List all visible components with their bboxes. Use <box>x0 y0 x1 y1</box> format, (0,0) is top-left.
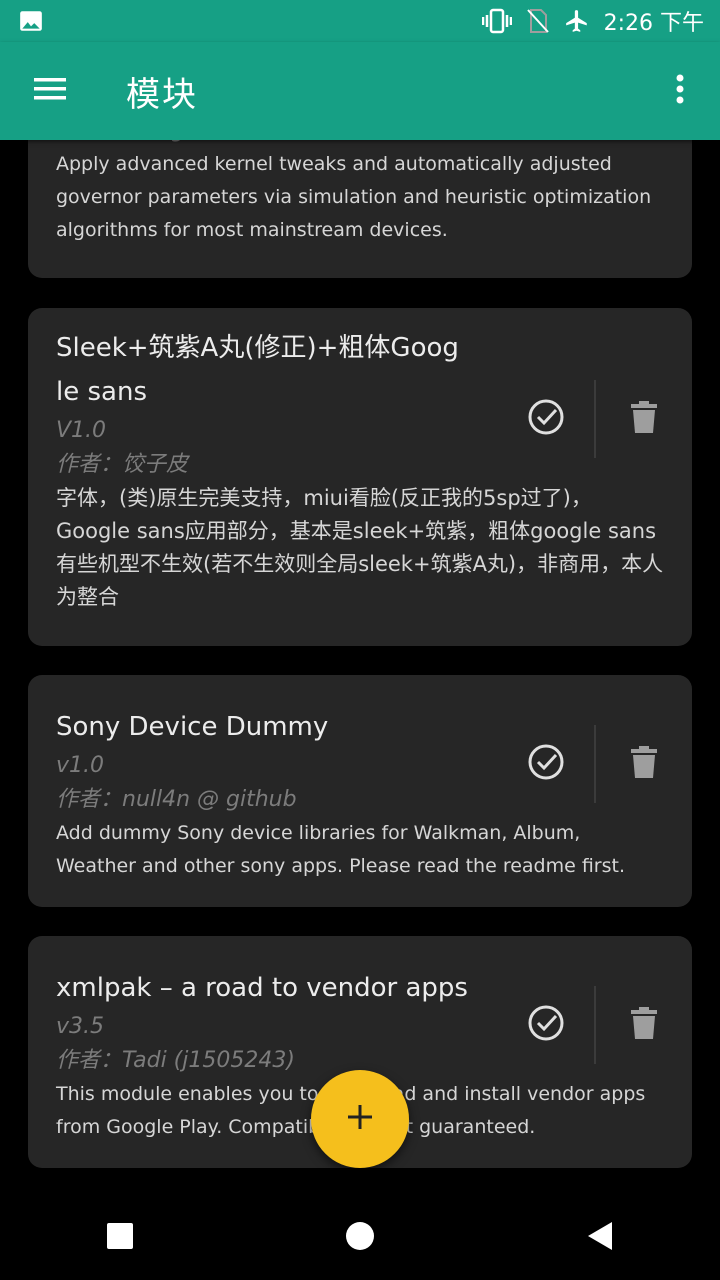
module-actions <box>498 380 692 458</box>
module-actions <box>498 725 692 803</box>
trash-icon <box>631 746 657 782</box>
home-button[interactable] <box>300 1196 420 1280</box>
more-options-button[interactable] <box>640 42 720 140</box>
enable-toggle-button[interactable] <box>498 387 594 451</box>
page-title: 模块 <box>126 74 198 115</box>
vibrate-icon <box>481 8 512 34</box>
airplane-icon <box>564 8 590 34</box>
delete-button[interactable] <box>596 993 692 1057</box>
no-sim-icon <box>526 8 550 34</box>
module-description: Apply advanced kernel tweaks and automat… <box>56 153 652 241</box>
status-bar: 2:26 下午 <box>0 0 720 42</box>
delete-button[interactable] <box>596 732 692 796</box>
module-list[interactable]: 作者：kdrag0n42 Apply advanced kernel tweak… <box>0 140 720 1180</box>
home-icon <box>345 1221 375 1255</box>
module-actions <box>498 986 692 1064</box>
module-description: Add dummy Sony device libraries for Walk… <box>56 822 626 877</box>
module-card: 作者：kdrag0n42 Apply advanced kernel tweak… <box>28 140 692 278</box>
enable-toggle-button[interactable] <box>498 993 594 1057</box>
module-card: Sony Device Dummy v1.0 作者：null4n @ githu… <box>28 675 692 907</box>
recents-button[interactable] <box>60 1196 180 1280</box>
trash-icon <box>631 1007 657 1043</box>
delete-button[interactable] <box>596 387 692 451</box>
check-circle-icon <box>527 1004 565 1046</box>
add-module-button[interactable] <box>311 1070 409 1168</box>
module-card: Sleek+筑紫A丸(修正)+粗体Google sans V1.0 作者：饺子皮… <box>28 308 692 646</box>
menu-button[interactable] <box>0 42 100 140</box>
more-vert-icon <box>676 74 684 108</box>
hamburger-icon <box>34 77 66 105</box>
check-circle-icon <box>527 398 565 440</box>
enable-toggle-button[interactable] <box>498 732 594 796</box>
check-circle-icon <box>527 743 565 785</box>
recents-icon <box>106 1222 134 1254</box>
image-icon <box>18 8 44 34</box>
back-button[interactable] <box>540 1196 660 1280</box>
module-author: 作者：kdrag0n42 <box>56 140 664 148</box>
back-icon <box>586 1221 614 1255</box>
navigation-bar <box>0 1196 720 1280</box>
plus-icon <box>346 1103 374 1135</box>
trash-icon <box>631 401 657 437</box>
module-description: 字体，(类)原生完美支持，miui看脸(反正我的5sp过了)，Google sa… <box>56 486 664 609</box>
status-time: 2:26 下午 <box>603 11 704 36</box>
app-bar: 模块 <box>0 42 720 140</box>
